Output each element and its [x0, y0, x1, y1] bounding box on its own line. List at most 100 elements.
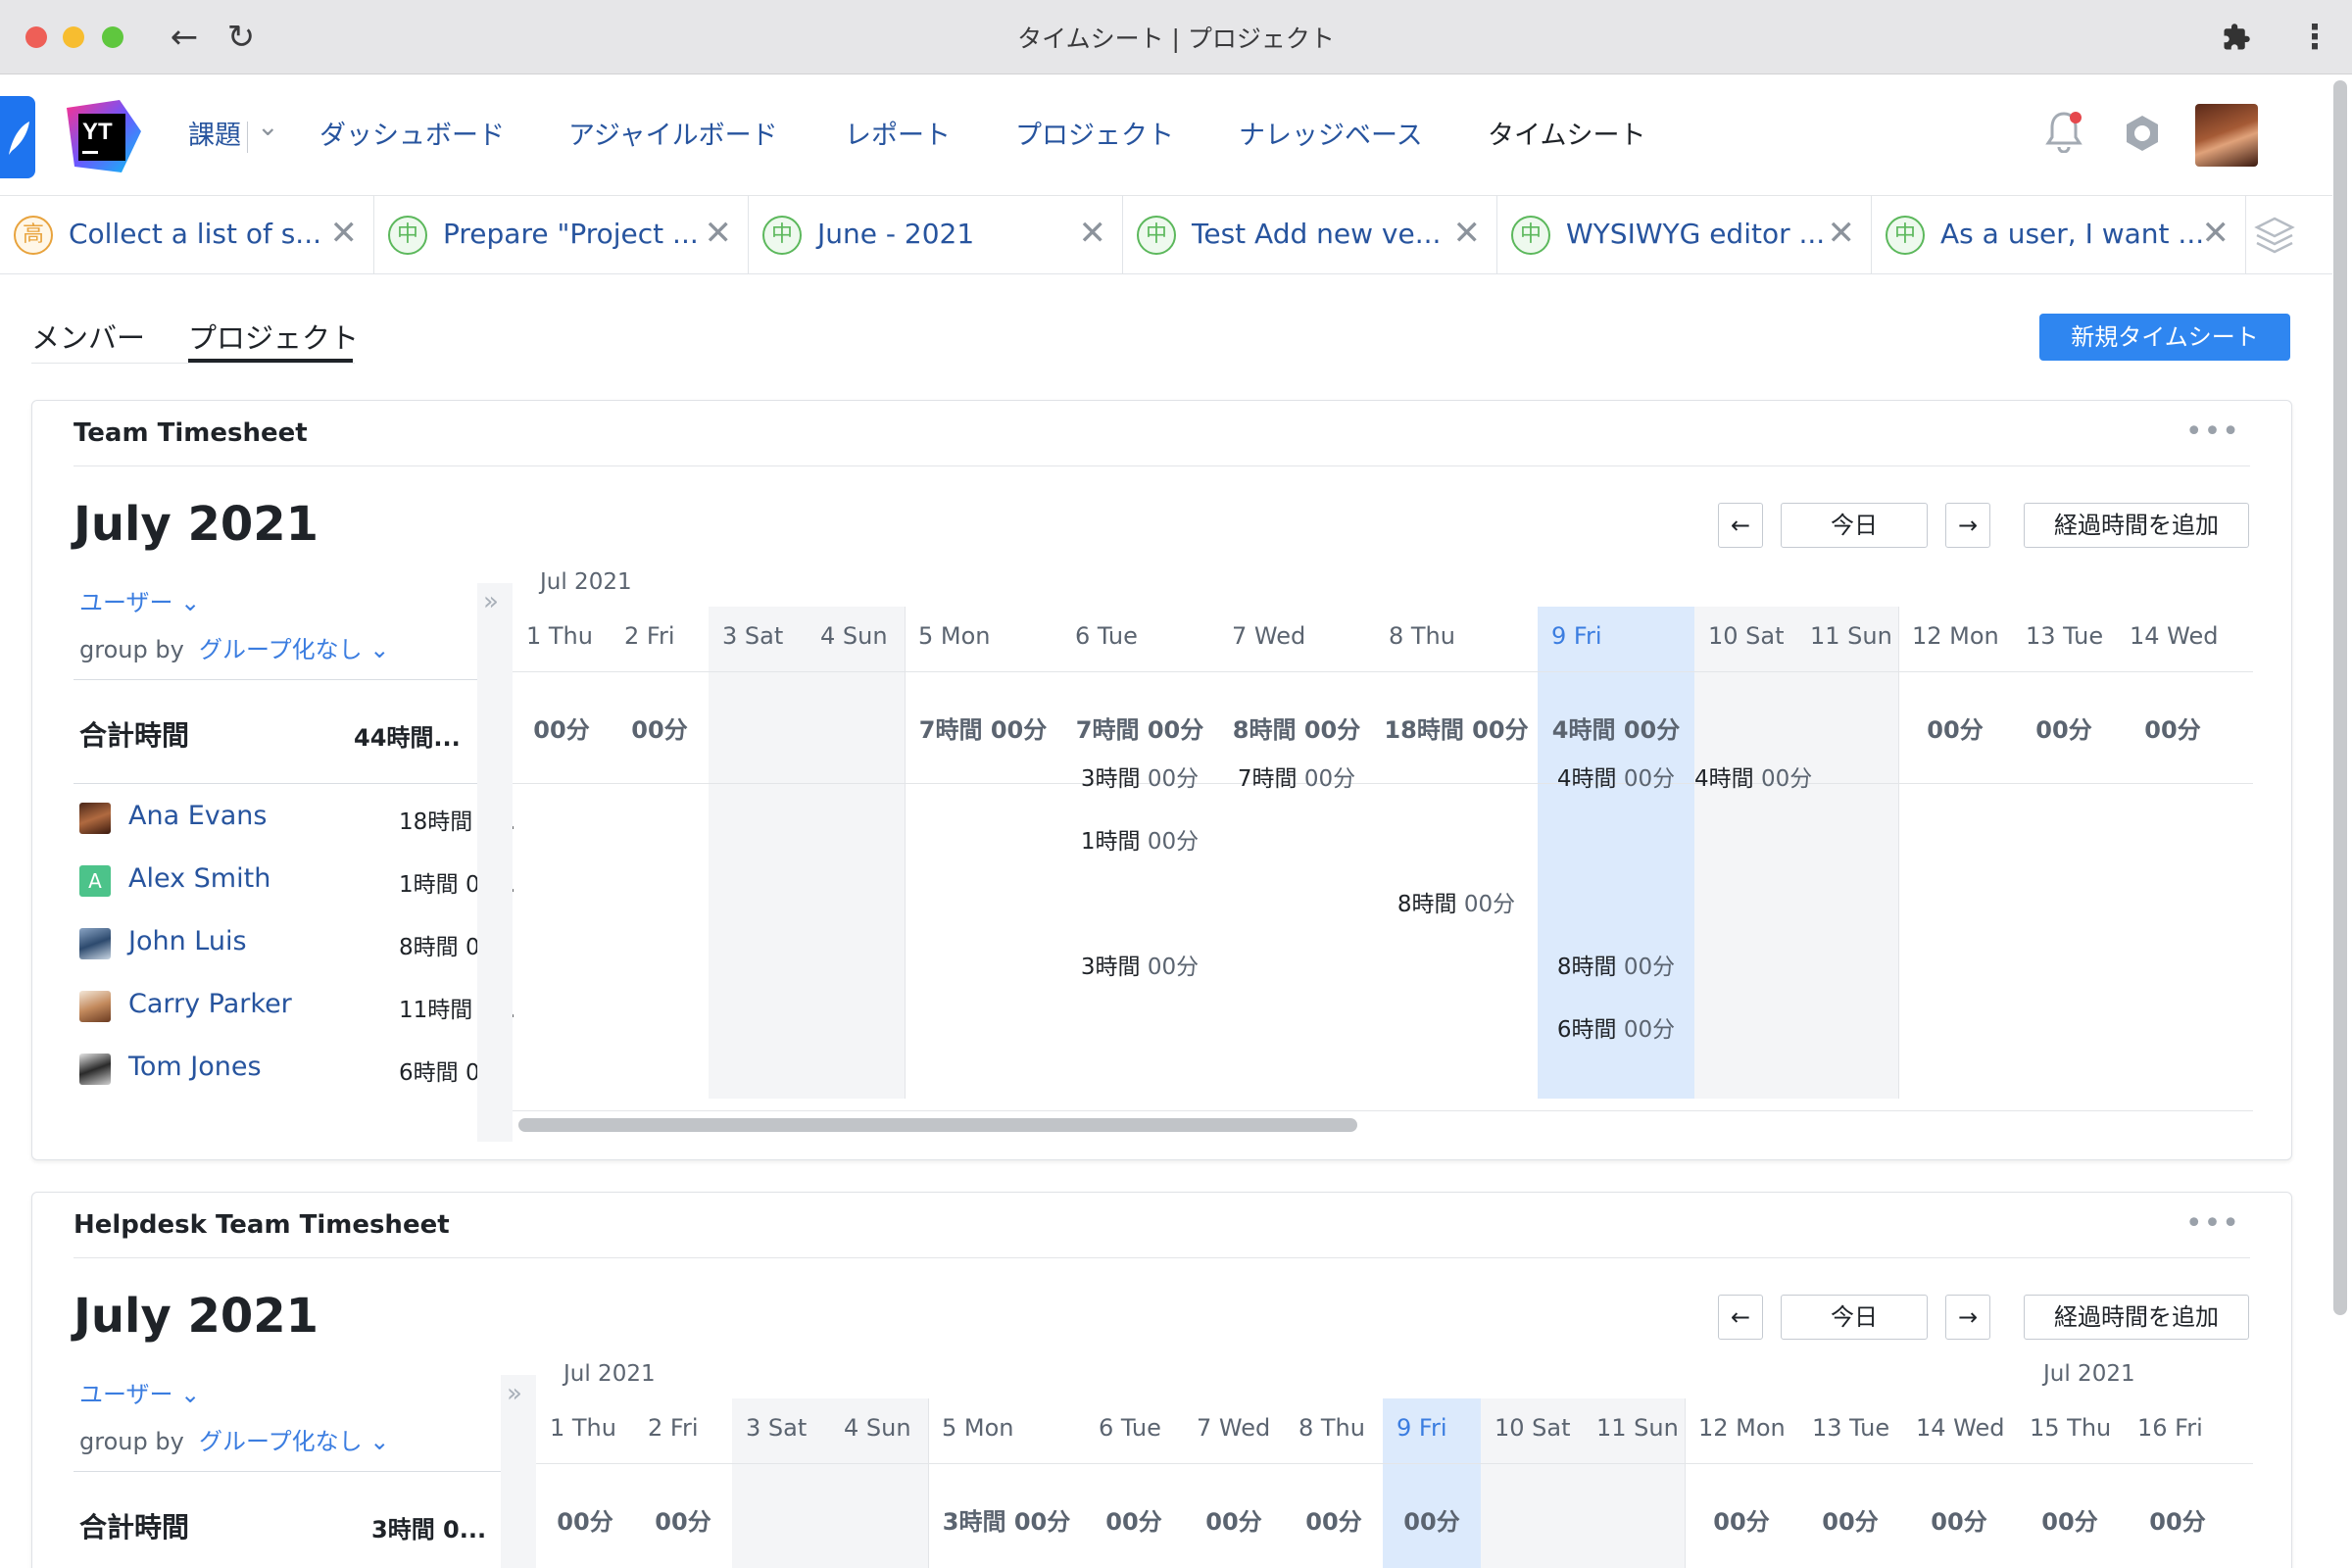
- active-tab-indicator: [188, 359, 353, 363]
- time-entry[interactable]: 8時間 00分: [1375, 885, 1538, 918]
- time-entry[interactable]: 3時間 00分: [1061, 948, 1218, 981]
- top-navigation: YT 課題 ⌄ ダッシュボード アジャイルボード レポート プロジェクト ナレッ…: [0, 74, 2332, 196]
- more-options-icon[interactable]: •••: [2185, 415, 2240, 449]
- grid-month-label: Jul 2021: [540, 569, 632, 595]
- group-by-dropdown[interactable]: グループ化なし: [199, 636, 363, 663]
- day-header: 10 Sat: [1708, 622, 1785, 650]
- day-total: 00分: [1105, 1508, 1162, 1536]
- time-entry[interactable]: 3時間 00分: [1061, 760, 1218, 793]
- issue-tab[interactable]: 中 Prepare "Project ... ✕: [374, 196, 749, 274]
- issue-tab[interactable]: 中 As a user, I want ... ✕: [1872, 196, 2246, 274]
- next-period-button[interactable]: →: [1945, 1295, 1990, 1340]
- horizontal-scrollbar[interactable]: [518, 1118, 1357, 1132]
- nav-issues[interactable]: 課題: [188, 114, 241, 152]
- entry-minutes: 00分: [1760, 766, 1813, 792]
- nav-projects[interactable]: プロジェクト: [1015, 114, 1174, 152]
- day-header: 8 Thu: [1298, 1414, 1365, 1442]
- time-entry[interactable]: 4時間 00分: [1694, 760, 1812, 793]
- user-link[interactable]: John Luis: [128, 926, 247, 956]
- help-icon[interactable]: [2123, 114, 2162, 157]
- bell-icon[interactable]: [2044, 110, 2083, 157]
- youtrack-logo[interactable]: YT: [61, 98, 143, 176]
- close-icon[interactable]: ✕: [705, 214, 733, 253]
- day-total: 00分: [1713, 1508, 1770, 1536]
- user-filter-dropdown[interactable]: ユーザー ⌄: [79, 583, 200, 617]
- user-link[interactable]: Ana Evans: [128, 801, 267, 831]
- time-entry[interactable]: 4時間 00分: [1538, 760, 1694, 793]
- tab-projects[interactable]: プロジェクト: [188, 316, 359, 357]
- day-header: 1 Thu: [526, 622, 593, 650]
- day-header: 12 Mon: [1698, 1414, 1786, 1442]
- card-divider: [74, 1257, 2250, 1258]
- close-icon[interactable]: ✕: [1453, 214, 1482, 253]
- month-title: July 2021: [74, 1289, 319, 1344]
- close-icon[interactable]: ✕: [1079, 214, 1107, 253]
- add-spent-time-button[interactable]: 経過時間を追加: [2024, 1295, 2249, 1340]
- feather-icon[interactable]: [0, 96, 35, 178]
- today-button[interactable]: 今日: [1781, 1295, 1928, 1340]
- more-menu-icon[interactable]: ⋮: [2293, 16, 2336, 59]
- day-header: 9 Fri: [1551, 622, 1602, 650]
- user-link[interactable]: Tom Jones: [128, 1052, 262, 1082]
- page-scrollbar[interactable]: [2333, 80, 2347, 1315]
- time-entry[interactable]: 7時間 00分: [1218, 760, 1375, 793]
- user-avatar[interactable]: [2195, 104, 2258, 167]
- user-filter-dropdown[interactable]: ユーザー ⌄: [79, 1375, 200, 1409]
- avatar: [79, 928, 111, 959]
- weekend-column: [709, 607, 905, 1099]
- month-title: July 2021: [74, 497, 319, 552]
- issue-tab[interactable]: 中 WYSIWYG editor ... ✕: [1497, 196, 1872, 274]
- stack-icon[interactable]: [2254, 216, 2295, 259]
- day-header: 4 Sun: [820, 622, 888, 650]
- totals-divider: [513, 783, 2253, 784]
- expand-sidebar-handle[interactable]: »: [501, 1375, 536, 1568]
- user-link[interactable]: Alex Smith: [128, 863, 270, 894]
- more-options-icon[interactable]: •••: [2185, 1206, 2240, 1241]
- expand-sidebar-handle[interactable]: »: [477, 583, 513, 1142]
- time-entry[interactable]: 1時間 00分: [1061, 822, 1218, 856]
- user-link[interactable]: Carry Parker: [128, 989, 292, 1019]
- issue-tab-label: Test Add new ve...: [1192, 218, 1442, 250]
- chevron-down-icon: ⌄: [180, 1381, 201, 1408]
- nav-reports[interactable]: レポート: [845, 114, 951, 152]
- close-icon[interactable]: ✕: [1828, 214, 1856, 253]
- day-total: 00分: [2041, 1508, 2098, 1536]
- close-icon[interactable]: ✕: [330, 214, 359, 253]
- day-header: 11 Sun: [1810, 622, 1892, 650]
- time-entry[interactable]: 8時間 00分: [1538, 948, 1694, 981]
- day-total: 00分: [1305, 1508, 1362, 1536]
- extensions-icon[interactable]: [2215, 16, 2258, 59]
- new-timesheet-button[interactable]: 新規タイムシート: [2039, 314, 2290, 361]
- add-spent-time-button[interactable]: 経過時間を追加: [2024, 503, 2249, 548]
- tab-members[interactable]: メンバー: [31, 316, 145, 357]
- day-total: 00分: [1205, 1508, 1262, 1536]
- close-icon[interactable]: ✕: [2202, 214, 2230, 253]
- priority-badge: 中: [388, 216, 427, 255]
- issue-tab[interactable]: 高 Collect a list of s... ✕: [0, 196, 374, 274]
- next-period-button[interactable]: →: [1945, 503, 1990, 548]
- nav-knowledge-base[interactable]: ナレッジベース: [1239, 114, 1423, 152]
- entry-minutes: 00分: [1147, 955, 1200, 980]
- team-timesheet-card: Team Timesheet ••• July 2021 ← 今日 → 経過時間…: [31, 400, 2292, 1160]
- issue-tab-label: Collect a list of s...: [69, 218, 322, 250]
- time-entry[interactable]: 6時間 00分: [1538, 1010, 1694, 1044]
- nav-timesheets[interactable]: タイムシート: [1488, 114, 1645, 152]
- group-by-dropdown[interactable]: グループ化なし: [199, 1428, 363, 1455]
- left-column-rule: [74, 783, 489, 784]
- day-header: 16 Fri: [2137, 1414, 2203, 1442]
- issue-tab[interactable]: 中 Test Add new ve... ✕: [1123, 196, 1497, 274]
- user-filter-label: ユーザー: [79, 1381, 173, 1408]
- day-header: 2 Fri: [648, 1414, 699, 1442]
- nav-agile-boards[interactable]: アジャイルボード: [568, 114, 778, 152]
- previous-period-button[interactable]: ←: [1718, 503, 1763, 548]
- chevron-down-icon[interactable]: ⌄: [257, 112, 279, 142]
- day-header: 9 Fri: [1396, 1414, 1447, 1442]
- entry-minutes: 00分: [1623, 766, 1676, 792]
- day-header: 3 Sat: [746, 1414, 808, 1442]
- chevron-down-icon: ⌄: [369, 636, 390, 663]
- entry-minutes: 00分: [1463, 892, 1516, 917]
- today-button[interactable]: 今日: [1781, 503, 1928, 548]
- nav-dashboards[interactable]: ダッシュボード: [319, 114, 505, 152]
- issue-tab[interactable]: 中 June - 2021 ✕: [749, 196, 1123, 274]
- previous-period-button[interactable]: ←: [1718, 1295, 1763, 1340]
